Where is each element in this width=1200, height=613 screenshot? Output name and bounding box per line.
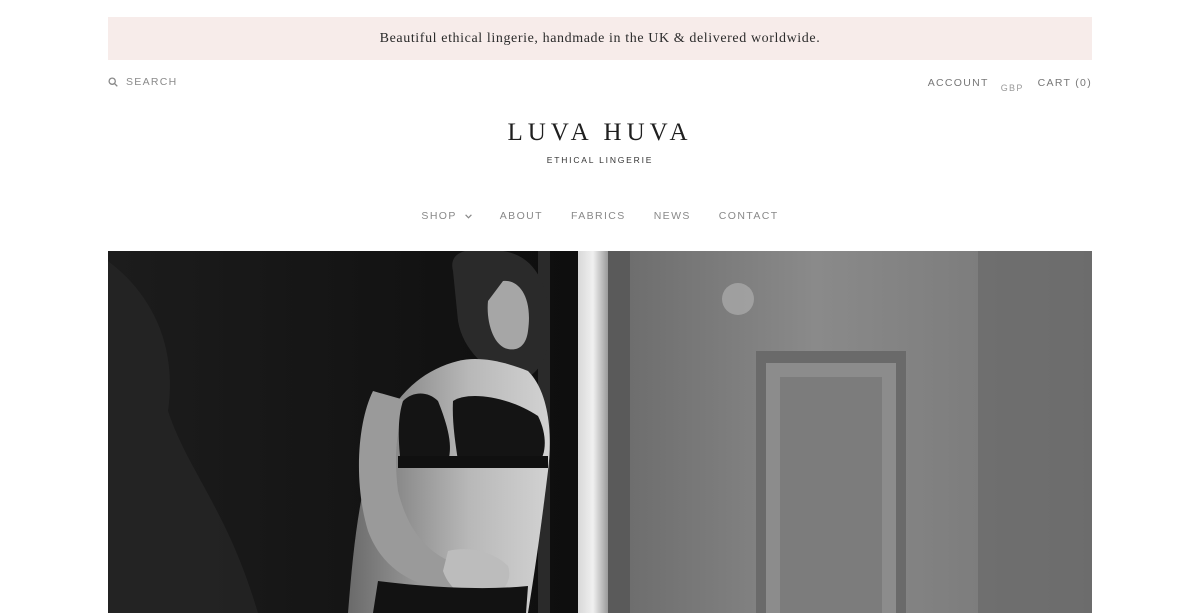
main-nav: SHOP ABOUT FABRICS NEWS CONTACT [0, 210, 1200, 222]
header-utility-links: ACCOUNT GBP CART (0) [928, 77, 1092, 92]
logo-tagline: ETHICAL LINGERIE [546, 155, 654, 165]
logo-name: LUVA HUVA [507, 119, 693, 146]
announcement-bar: Beautiful ethical lingerie, handmade in … [108, 17, 1092, 60]
currency-selector[interactable]: GBP [1001, 83, 1024, 92]
nav-item-label: FABRICS [570, 210, 626, 222]
announcement-text: Beautiful ethical lingerie, handmade in … [379, 30, 821, 46]
nav-item-label: CONTACT [718, 210, 779, 222]
search-trigger[interactable]: SEARCH [108, 76, 178, 88]
account-link[interactable]: ACCOUNT [928, 77, 989, 89]
nav-item-contact[interactable]: CONTACT [719, 210, 779, 222]
hero-photo [108, 251, 1092, 613]
site-logo[interactable]: LUVA HUVA ETHICAL LINGERIE [0, 119, 1200, 165]
nav-item-label: SHOP [421, 210, 457, 222]
nav-item-news[interactable]: NEWS [654, 210, 691, 222]
search-label: SEARCH [126, 76, 178, 88]
search-icon [108, 77, 118, 87]
cart-link[interactable]: CART (0) [1038, 77, 1092, 89]
nav-item-label: ABOUT [499, 210, 543, 222]
nav-item-fabrics[interactable]: FABRICS [571, 210, 626, 222]
hero-image [108, 251, 1092, 613]
nav-item-label: NEWS [653, 210, 691, 222]
nav-item-about[interactable]: ABOUT [500, 210, 543, 222]
nav-item-shop[interactable]: SHOP [421, 210, 472, 222]
chevron-down-icon [464, 213, 472, 219]
